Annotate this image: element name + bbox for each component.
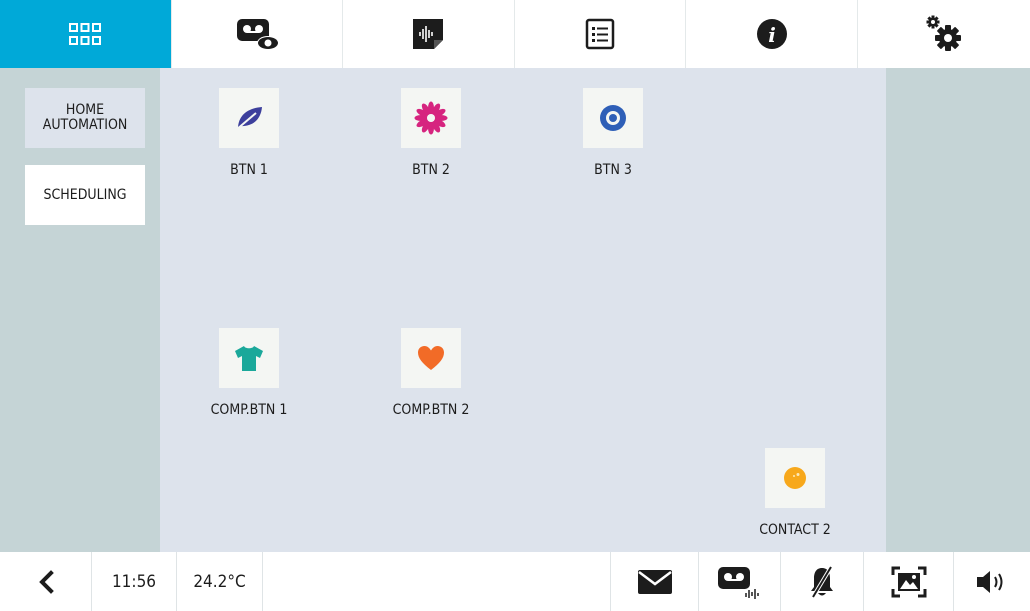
list-icon (585, 18, 615, 50)
voicemail-audio-icon (717, 566, 759, 599)
mute-ringtone-button[interactable] (781, 552, 864, 611)
voicemail-view-icon (236, 19, 279, 50)
heart-icon (418, 346, 444, 370)
contact-icon (784, 467, 806, 489)
tab-voicemail[interactable] (172, 0, 344, 68)
main-area: BTN 1 BTN 2 BTN 3 COMP.BTN 1 COMP.BTN 2 … (160, 68, 886, 552)
sidebar-item-home-automation[interactable]: HOME AUTOMATION (25, 88, 145, 148)
sidebar-item-label-line2: AUTOMATION (42, 117, 128, 133)
contact2-label: CONTACT 2 (759, 522, 831, 538)
btn3-label: BTN 3 (594, 162, 632, 178)
voicemail-audio-button[interactable] (699, 552, 781, 611)
tab-home-grid[interactable] (0, 0, 172, 68)
flower-icon (414, 101, 448, 135)
btn3-tile[interactable] (583, 88, 643, 148)
tab-settings[interactable] (858, 0, 1030, 68)
bottom-status-bar: 11:56 24.2°C (0, 552, 1030, 611)
mail-button[interactable] (611, 552, 699, 611)
sidebar-item-scheduling[interactable]: SCHEDULING (25, 165, 145, 225)
settings-icon (926, 15, 961, 51)
temperature-display: 24.2°C (177, 552, 263, 611)
volume-icon (977, 570, 1003, 593)
btn1-label: BTN 1 (230, 162, 268, 178)
info-icon: i (756, 19, 787, 49)
right-panel (886, 68, 1030, 552)
comp-btn1-label: COMP.BTN 1 (210, 402, 288, 418)
shirt-icon (235, 346, 263, 371)
time-text: 11:56 (111, 571, 157, 592)
mail-icon (637, 569, 672, 594)
sidebar-item-label: SCHEDULING (43, 186, 127, 203)
back-button[interactable] (0, 552, 92, 611)
status-spacer (263, 552, 611, 611)
gallery-button[interactable] (864, 552, 954, 611)
top-tab-bar: i (0, 0, 1030, 68)
btn1-tile[interactable] (219, 88, 279, 148)
chevron-left-icon (38, 569, 54, 594)
temperature-text: 24.2°C (193, 571, 246, 592)
sidebar-item-label-line1: HOME (65, 102, 105, 118)
btn2-tile[interactable] (401, 88, 461, 148)
audio-memo-icon (413, 19, 444, 49)
comp-btn2-label: COMP.BTN 2 (392, 402, 470, 418)
grid-icon (69, 23, 102, 45)
leaf-icon (235, 107, 262, 131)
image-frame-icon (891, 566, 926, 597)
tab-list[interactable] (515, 0, 687, 68)
contact2-tile[interactable] (765, 448, 825, 508)
time-display: 11:56 (92, 552, 177, 611)
tab-audio-memo[interactable] (343, 0, 515, 68)
tab-info[interactable]: i (686, 0, 858, 68)
sidebar: HOME AUTOMATION SCHEDULING (0, 68, 160, 552)
comp-btn1-tile[interactable] (219, 328, 279, 388)
bell-muted-icon (811, 565, 833, 598)
target-icon (600, 105, 626, 131)
btn2-label: BTN 2 (412, 162, 450, 178)
volume-button[interactable] (954, 552, 1030, 611)
svg-text:i: i (768, 23, 776, 47)
comp-btn2-tile[interactable] (401, 328, 461, 388)
